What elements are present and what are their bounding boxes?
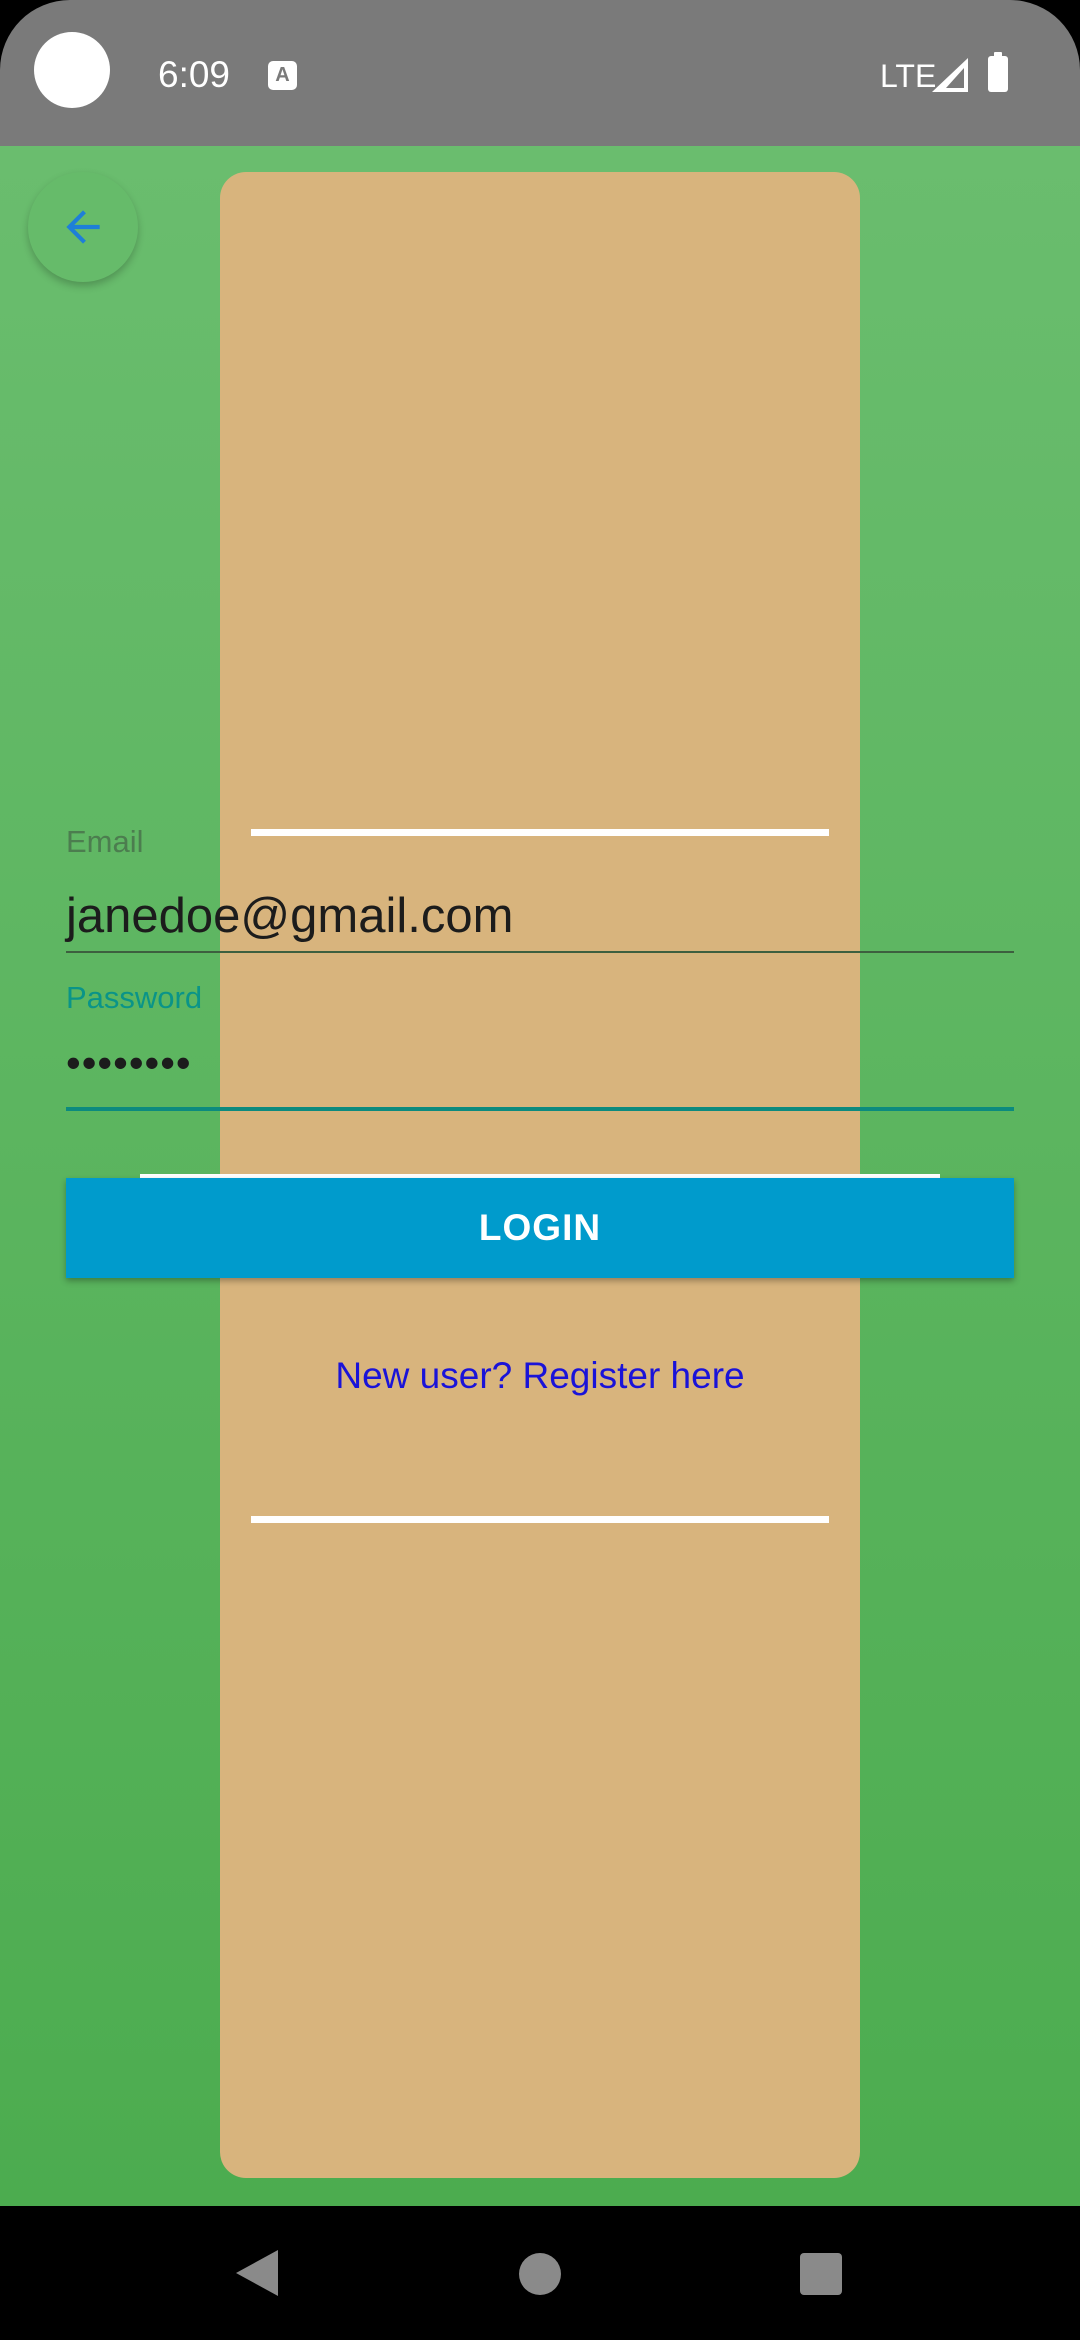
- email-underline: [66, 951, 1014, 953]
- password-label: Password: [66, 980, 203, 1015]
- email-label: Email: [66, 824, 144, 859]
- arrow-left-icon: [66, 210, 100, 244]
- register-link[interactable]: New user? Register here: [0, 1352, 1080, 1400]
- nav-recents-icon[interactable]: [800, 2253, 842, 2295]
- login-screen: Email janedoe@gmail.com Password •••••••…: [0, 146, 1080, 2206]
- decorative-divider-top: [251, 829, 829, 836]
- network-type: LTE: [880, 58, 937, 94]
- status-time: 6:09: [158, 54, 231, 95]
- nav-home-icon[interactable]: [519, 2253, 561, 2295]
- password-field[interactable]: ••••••••: [66, 1038, 192, 1088]
- signal-icon: [932, 58, 968, 92]
- back-button[interactable]: [28, 172, 138, 282]
- navigation-bar: [0, 2206, 1080, 2340]
- decorative-divider-bottom: [251, 1516, 829, 1523]
- nav-back-icon[interactable]: [236, 2250, 278, 2296]
- status-bar: 6:09 A LTE: [0, 0, 1080, 146]
- login-button[interactable]: LOGIN: [66, 1178, 1014, 1278]
- password-underline: [66, 1107, 1014, 1111]
- keyboard-notification-icon: A: [268, 61, 297, 90]
- camera-cutout: [34, 32, 110, 108]
- battery-icon: [988, 52, 1008, 92]
- email-field[interactable]: janedoe@gmail.com: [66, 886, 513, 946]
